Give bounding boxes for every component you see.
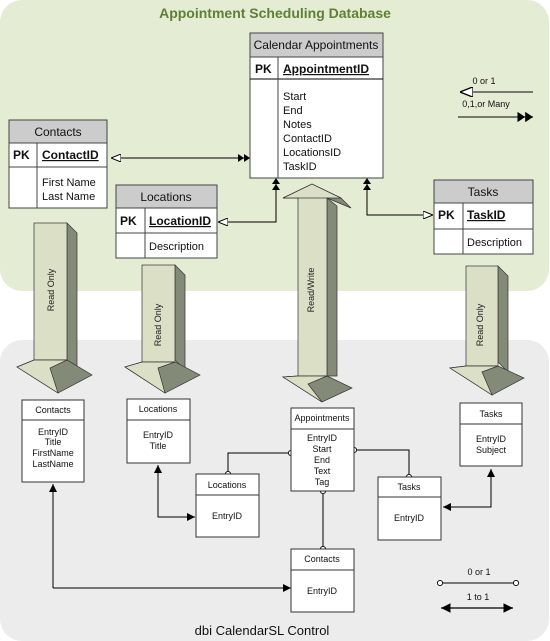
table-name: Tasks: [468, 185, 499, 199]
field: EntryID: [307, 586, 338, 596]
table-name: Locations: [140, 190, 191, 204]
primary-key: LocationID: [149, 214, 211, 228]
entity-tasks-link: Tasks EntryID: [377, 476, 442, 541]
entity-name: Tasks: [397, 482, 421, 492]
field: Tag: [315, 477, 330, 487]
entity-contacts-link: Contacts EntryID: [290, 548, 355, 613]
legend-zero-or-one-label: 0 or 1: [472, 76, 495, 86]
control-title: dbi CalendarSL Control: [195, 623, 330, 638]
pk-label: PK: [255, 62, 272, 76]
entity-name: Appointments: [294, 413, 350, 423]
field: TaskID: [283, 161, 317, 173]
field: ContactID: [283, 133, 332, 145]
field: FirstName: [32, 448, 74, 458]
field: EntryID: [394, 513, 425, 523]
field: Title: [45, 437, 62, 447]
pk-label: PK: [13, 148, 30, 162]
table-name: Calendar Appointments: [254, 38, 379, 52]
table-name: Contacts: [34, 125, 81, 139]
entity-name: Locations: [208, 480, 247, 490]
entity-name: Locations: [139, 404, 178, 414]
field: Last Name: [42, 191, 95, 203]
field: Start: [312, 444, 332, 454]
entity-name: Contacts: [35, 405, 71, 415]
field: Text: [314, 466, 331, 476]
field: EntryID: [212, 511, 243, 521]
field: LocationsID: [283, 147, 341, 159]
entity-name: Contacts: [304, 554, 340, 564]
primary-key: ContactID: [42, 148, 99, 162]
entity-appointments: Appointments EntryID Start End Text Tag: [290, 407, 355, 492]
primary-key: TaskID: [467, 208, 506, 222]
entity-tasks: Tasks EntryID Subject: [459, 402, 523, 467]
database-title: Appointment Scheduling Database: [159, 5, 391, 21]
field: Title: [150, 441, 167, 451]
entity-locations-link: Locations EntryID: [195, 473, 260, 538]
primary-key: AppointmentID: [283, 62, 369, 76]
entity-name: Tasks: [479, 409, 503, 419]
diagram-canvas: Appointment Scheduling Database Read Onl…: [0, 0, 549, 641]
pk-label: PK: [438, 208, 455, 222]
read-only-label-tasks: Read Only: [475, 303, 485, 346]
table-calendar-appointments: Calendar Appointments PK AppointmentID S…: [249, 32, 384, 179]
read-only-label-contacts: Read Only: [46, 268, 56, 311]
field: First Name: [42, 177, 96, 189]
entity-contacts: Contacts EntryID Title FirstName LastNam…: [21, 399, 85, 483]
field: LastName: [32, 459, 73, 469]
field: Description: [467, 237, 522, 249]
legend-zero-one-many-label: 0,1,or Many: [462, 99, 510, 109]
legend-zero-or-one-label: 0 or 1: [467, 567, 490, 577]
field: EntryID: [38, 427, 69, 437]
field: Subject: [476, 445, 507, 455]
table-contacts: Contacts PK ContactID First Name Last Na…: [8, 119, 108, 209]
legend-one-to-one-label: 1 to 1: [467, 592, 490, 602]
field: Description: [149, 241, 204, 253]
table-tasks: Tasks PK TaskID Description: [433, 179, 534, 255]
field: EntryID: [476, 434, 507, 444]
field: Start: [283, 91, 306, 103]
pk-label: PK: [120, 214, 137, 228]
field: EntryID: [143, 430, 174, 440]
field: Notes: [283, 119, 312, 131]
field: End: [283, 105, 303, 117]
read-write-label: Read/Write: [306, 268, 316, 313]
field: End: [314, 455, 330, 465]
read-only-label-locations: Read Only: [153, 303, 163, 346]
entity-locations: Locations EntryID Title: [126, 398, 191, 464]
table-locations: Locations PK LocationID Description: [115, 184, 218, 259]
field: EntryID: [307, 433, 338, 443]
